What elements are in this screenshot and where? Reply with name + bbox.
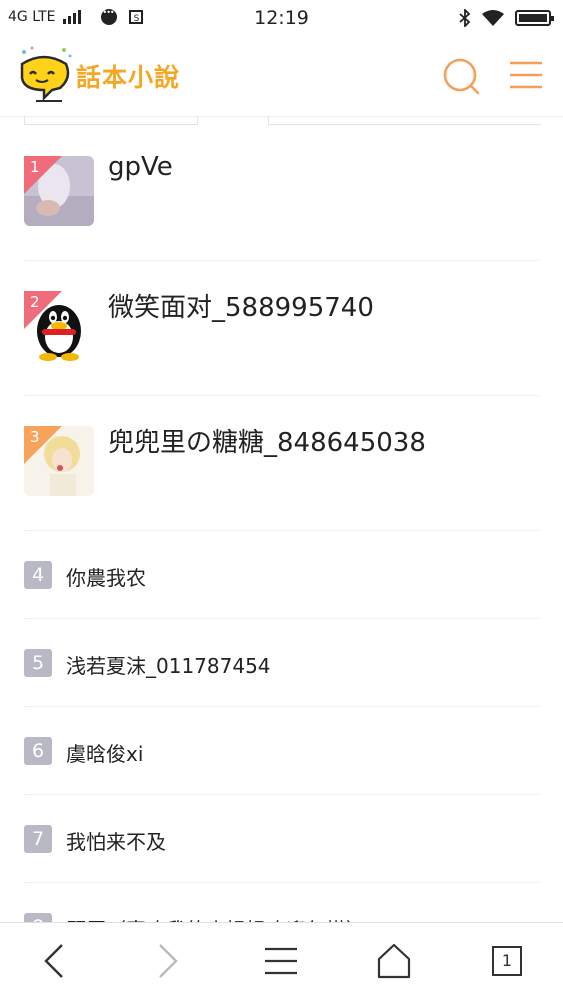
- battery-icon: [515, 10, 554, 26]
- user-name[interactable]: 浅若夏沫_011787454: [66, 650, 271, 679]
- user-name[interactable]: 你農我农: [66, 562, 146, 591]
- tab-strip-remnant: [24, 116, 541, 126]
- home-icon: [377, 943, 411, 979]
- menu-button[interactable]: [506, 56, 546, 96]
- rank-number: 3: [30, 428, 40, 446]
- status-bar: 4G LTE S 12:19: [0, 0, 563, 36]
- rank-badge: 5: [24, 649, 52, 677]
- status-right: [459, 9, 554, 27]
- list-item[interactable]: 3 兜兜里の糖糖_848645038: [24, 396, 540, 531]
- tab-edge-right: [268, 116, 541, 125]
- search-icon: [443, 58, 480, 95]
- rank-badge: 6: [24, 737, 52, 765]
- search-button[interactable]: [441, 56, 481, 96]
- rank-number: 2: [30, 293, 40, 311]
- rank-badge: 4: [24, 561, 52, 589]
- list-item[interactable]: 4 你農我农: [24, 531, 540, 619]
- list-item[interactable]: 7 我怕来不及: [24, 795, 540, 883]
- app-logo[interactable]: 話本小說: [14, 44, 204, 106]
- chevron-right-icon: [159, 944, 178, 978]
- bluetooth-icon: [459, 9, 471, 27]
- user-name[interactable]: 虞晗俊xi: [66, 738, 143, 767]
- rank-badge: 7: [24, 825, 52, 853]
- tab-edge-left: [24, 116, 198, 125]
- back-button[interactable]: [32, 939, 76, 983]
- rank-number: 1: [30, 158, 40, 176]
- tabs-button[interactable]: 1: [485, 939, 529, 983]
- user-name[interactable]: gpVe: [108, 152, 173, 182]
- forward-button[interactable]: [146, 939, 190, 983]
- app-header: 話本小說: [0, 36, 563, 117]
- browser-menu-button[interactable]: [259, 939, 303, 983]
- list-item[interactable]: 2 微笑面对_588995740: [24, 261, 540, 396]
- logo-text: 話本小說: [76, 63, 181, 92]
- wifi-icon: [482, 10, 504, 26]
- browser-bottom-nav: 1: [0, 922, 563, 1001]
- logo-mascot-icon: [20, 46, 72, 102]
- tab-count: 1: [492, 946, 522, 976]
- menu-icon: [510, 61, 542, 89]
- user-name[interactable]: 微笑面对_588995740: [108, 287, 374, 324]
- list-item[interactable]: 5 浅若夏沫_011787454: [24, 619, 540, 707]
- home-button[interactable]: [372, 939, 416, 983]
- user-name[interactable]: 我怕来不及: [66, 826, 166, 855]
- list-item[interactable]: 6 虞晗俊xi: [24, 707, 540, 795]
- list-item[interactable]: 1 gpVe: [24, 126, 540, 261]
- user-name[interactable]: 兜兜里の糖糖_848645038: [108, 422, 426, 459]
- chevron-left-icon: [44, 944, 63, 978]
- ranking-list: 1 gpVe 2 微笑面对_588995740 3 兜兜里の糖糖_8486450…: [24, 126, 540, 943]
- menu-icon: [265, 947, 297, 975]
